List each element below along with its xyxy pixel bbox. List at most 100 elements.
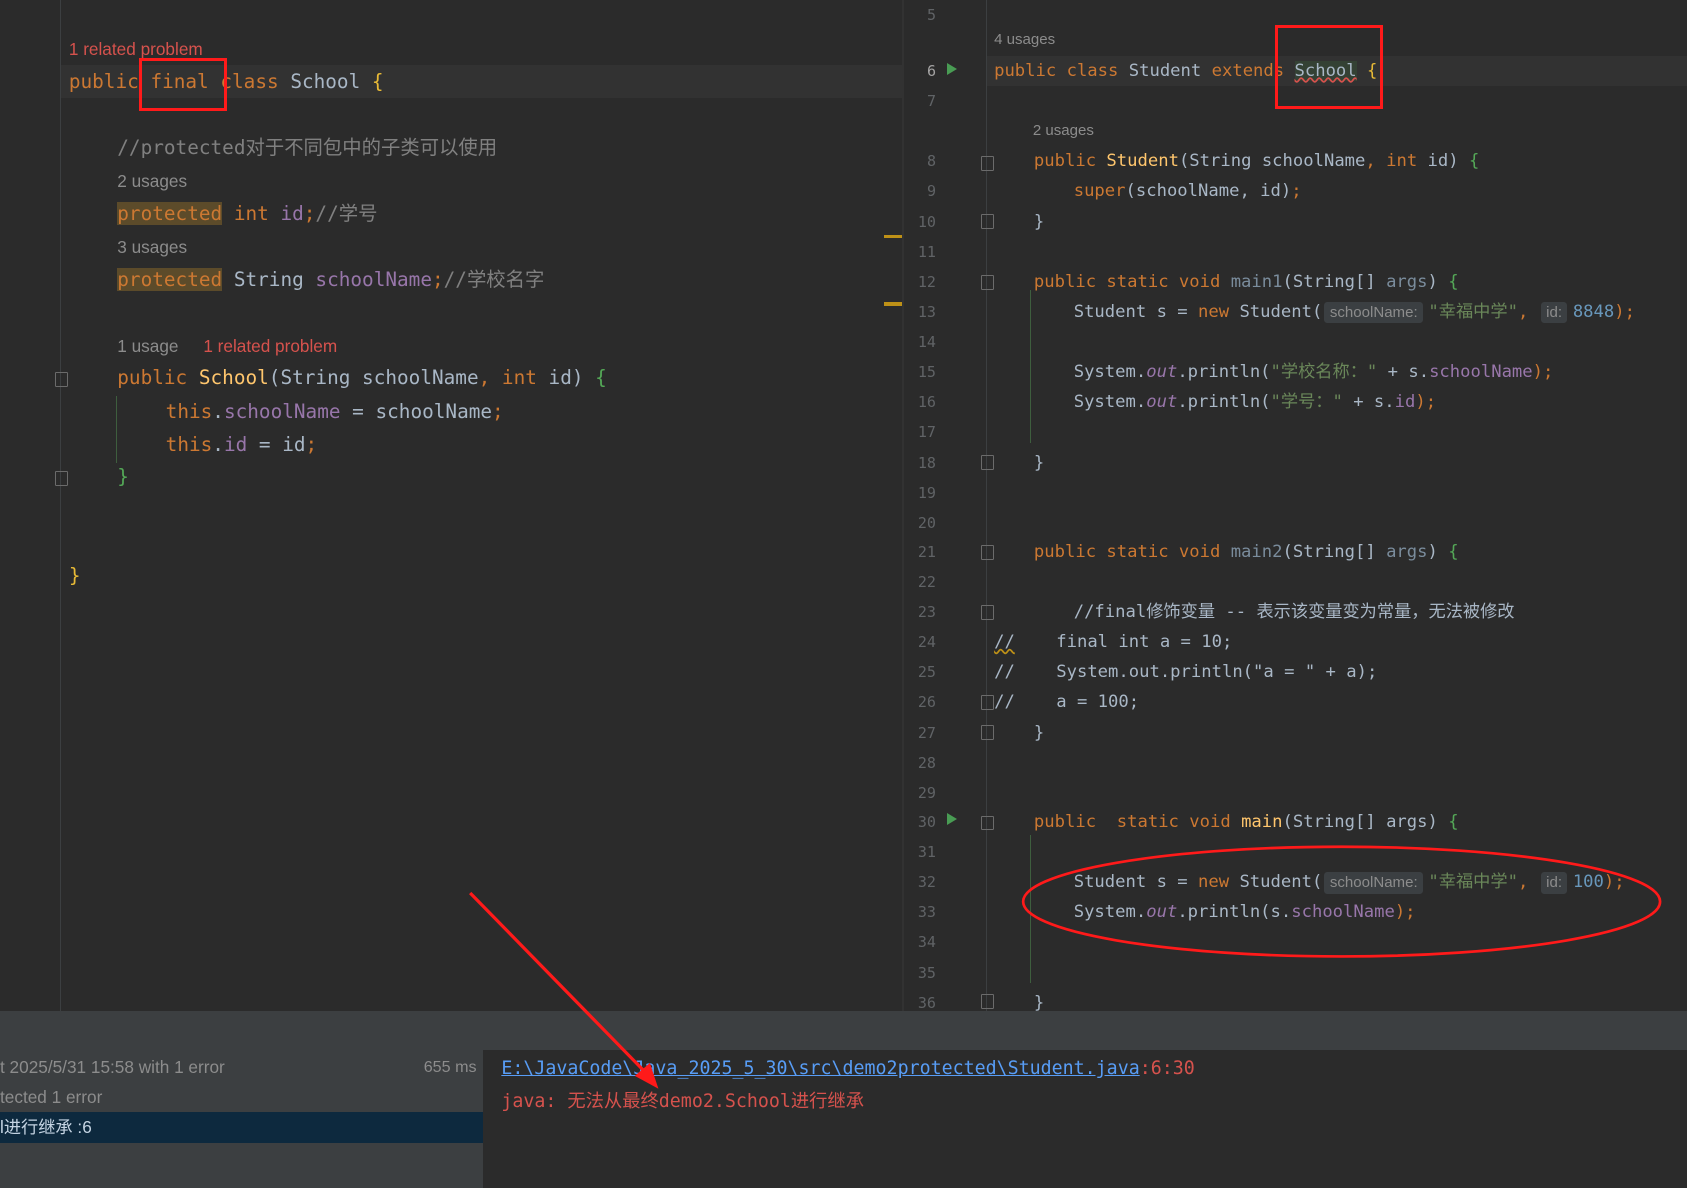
m-new-student-line[interactable]: Student s = new Student(schoolName: "幸福中学…	[1074, 867, 1625, 897]
fold-icon[interactable]	[54, 372, 68, 388]
assign-schoolname-line[interactable]: this.schoolName = schoolName;	[166, 395, 504, 428]
kw-public-static-void: public static void	[1033, 541, 1221, 562]
line-number: 9	[926, 182, 936, 201]
kw-this: this	[165, 399, 213, 423]
line-number: 31	[917, 843, 936, 862]
error-file-link[interactable]: E:\JavaCode\Java_2025_5_30\src\demo2prot…	[501, 1058, 1139, 1079]
usages-hint-class[interactable]: 4 usages	[994, 31, 1055, 48]
fold-icon[interactable]	[981, 815, 994, 831]
param-schoolname: schoolName	[362, 366, 479, 390]
super-call-line[interactable]: super(schoolName, id);	[1074, 176, 1302, 206]
assign-rhs: = id	[247, 433, 306, 457]
field-id-line[interactable]: protected int id;//学号	[117, 197, 377, 230]
decl: Student s =	[1073, 301, 1199, 322]
commented-code: final int a = 10;	[1014, 632, 1233, 653]
ctor-name: Student	[1106, 151, 1179, 172]
commented-line[interactable]: // final int a = 10;	[994, 627, 1232, 657]
editor-pane-school[interactable]: 1 related problem public final class Sch…	[0, 0, 904, 1012]
m-print-line[interactable]: System.out.println(s.schoolName);	[1074, 897, 1416, 927]
line-number: 17	[917, 423, 936, 442]
field-ref: schoolName	[223, 399, 341, 423]
field-ref: id	[223, 433, 248, 457]
line-number: 27	[917, 723, 936, 742]
error-class: demo2.School	[658, 1090, 791, 1112]
m1-print-schoolname-line[interactable]: System.out.println("学校名称：" + s.schoolNam…	[1074, 357, 1554, 387]
kw-public: public	[1033, 151, 1097, 172]
fold-icon[interactable]	[981, 275, 994, 291]
open-paren: (	[1178, 151, 1190, 172]
kw-public-static-void: public static void	[1033, 271, 1221, 292]
annotation-box-final	[138, 58, 227, 112]
out-ref: out	[1146, 362, 1178, 383]
fold-icon[interactable]	[981, 214, 994, 229]
usage-hint-ctor[interactable]: 1 usage	[117, 336, 178, 357]
param-type-int: int	[1386, 151, 1418, 172]
line-number: 8	[926, 152, 936, 171]
error-location-line[interactable]: E:\JavaCode\Java_2025_5_30\src\demo2prot…	[501, 1054, 1194, 1084]
ctor-signature-line[interactable]: public School(String schoolName, int id)…	[117, 361, 607, 394]
kw-class: class	[220, 69, 279, 93]
fold-icon[interactable]	[981, 725, 994, 741]
fold-icon[interactable]	[981, 156, 994, 171]
line-number: 24	[917, 633, 936, 652]
usages-hint-id[interactable]: 2 usages	[117, 171, 187, 192]
line-number: 26	[917, 693, 936, 712]
main2-signature-line[interactable]: public static void main2(String[] args) …	[1034, 537, 1459, 567]
field-schoolname-line[interactable]: protected String schoolName;//学校名字	[117, 263, 544, 296]
field-ref: schoolName	[1429, 362, 1533, 383]
related-problem-hint[interactable]: 1 related problem	[69, 39, 203, 60]
kw-public-class: public class	[994, 60, 1119, 81]
fold-icon[interactable]	[54, 471, 68, 487]
close-brace-ctor: }	[117, 465, 129, 489]
editor-pane-student[interactable]: 5 6 7 8 9 10 11 12 13 14 15 16 17 18 19 20 21 22 23 24 25 26 2…	[903, 0, 1687, 1012]
open-brace: {	[1468, 151, 1480, 172]
commented-line[interactable]: // System.out.println("a = " + a);	[994, 657, 1377, 687]
related-problem-hint-ctor[interactable]: 1 related problem	[203, 336, 337, 357]
run-icon[interactable]	[946, 63, 958, 76]
run-icon[interactable]	[946, 813, 958, 826]
dot: .	[212, 433, 224, 457]
param-schoolname: schoolName	[1261, 151, 1366, 172]
string-literal: "幸福中学"	[1428, 301, 1518, 322]
comma: ,	[478, 366, 491, 390]
fold-icon[interactable]	[981, 455, 994, 470]
m1-print-id-line[interactable]: System.out.println("学号：" + s.id);	[1074, 387, 1436, 417]
param-hint-schoolname: schoolName:	[1324, 872, 1424, 894]
indent-guide	[1029, 834, 1031, 984]
main-signature-line[interactable]: public static void main(String[] args) {	[1034, 807, 1459, 837]
usages-hint-ctor[interactable]: 2 usages	[1033, 122, 1094, 139]
indent-guide	[1029, 290, 1031, 444]
build-summary-row[interactable]: t 2025/5/31 15:58 with 1 error 655 ms	[0, 1052, 483, 1082]
main1-signature-line[interactable]: public static void main1(String[] args) …	[1034, 267, 1459, 297]
line-number: 34	[917, 933, 936, 952]
m1-new-student-line[interactable]: Student s = new Student(schoolName: "幸福中学…	[1074, 297, 1635, 327]
build-error-row[interactable]: l进行继承 :6	[0, 1112, 484, 1143]
class-name: School	[290, 69, 361, 93]
param-hint-schoolname: schoolName:	[1324, 301, 1424, 324]
fold-icon[interactable]	[981, 695, 994, 710]
string-literal: "学校名称："	[1270, 362, 1378, 383]
fold-icon[interactable]	[981, 604, 994, 620]
assign-id-line[interactable]: this.id = id;	[166, 428, 318, 461]
close-brace: }	[1033, 211, 1045, 232]
build-target-row[interactable]: tected 1 error	[0, 1082, 483, 1112]
println-call: .println(s.	[1177, 902, 1292, 923]
param-args: args	[1386, 541, 1428, 562]
build-output[interactable]: E:\JavaCode\Java_2025_5_30\src\demo2prot…	[484, 1050, 1687, 1188]
tool-window-header[interactable]	[0, 1011, 1687, 1051]
param-type: String[]	[1292, 271, 1376, 292]
fold-icon[interactable]	[981, 545, 994, 561]
left-gutter	[0, 0, 62, 1012]
comment-id: //学号	[315, 201, 378, 225]
ctor-signature-line[interactable]: public Student(String schoolName, int id…	[1034, 146, 1479, 176]
type-string: String	[233, 267, 304, 291]
fold-icon[interactable]	[981, 994, 994, 1010]
method-main1: main1	[1230, 271, 1283, 292]
build-tree[interactable]: t 2025/5/31 15:58 with 1 error 655 ms tec…	[0, 1050, 485, 1188]
open-brace: {	[595, 366, 607, 390]
dot: .	[212, 399, 224, 423]
kw-public: public	[68, 69, 139, 93]
commented-line[interactable]: // a = 100;	[994, 687, 1139, 717]
usages-hint-schoolname[interactable]: 3 usages	[117, 237, 187, 258]
line-number: 33	[917, 903, 936, 922]
